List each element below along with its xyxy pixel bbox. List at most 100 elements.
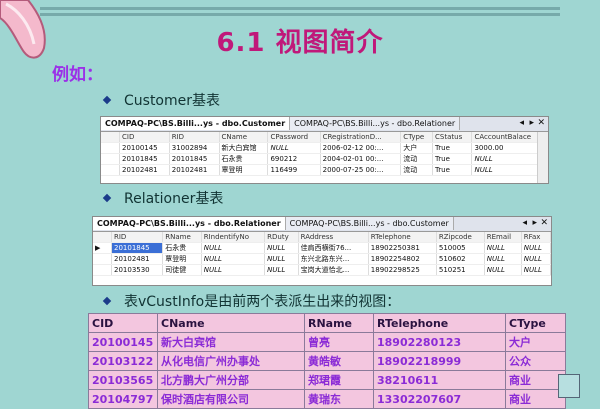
grid-cell[interactable]: NULL (264, 242, 299, 254)
tab-relationer[interactable]: COMPAQ-PC\BS.Billi...ys - dbo.Relationer (290, 117, 461, 130)
example-label: 例如： (52, 65, 103, 85)
grid-cell[interactable]: 20103530 (111, 264, 164, 276)
grid-cell[interactable]: NULL (201, 253, 266, 265)
grid-cell[interactable]: 东兴北路东兴... (298, 253, 369, 265)
grid-cell[interactable]: 20102481 (119, 164, 170, 176)
grid-cell[interactable]: 31002894 (169, 142, 220, 154)
table-row[interactable]: 20102481 覃登明 NULL NULL 东兴北路东兴... 1890225… (93, 253, 551, 265)
column-header[interactable]: RDuty (264, 232, 299, 243)
grid-cell[interactable]: NULL (484, 242, 522, 254)
table-row: 20104797 保时酒店有限公司 黄瑞东 13302207607 商业 (88, 389, 566, 409)
vertical-scrollbar[interactable] (537, 132, 548, 183)
close-icon[interactable]: ✕ (537, 117, 545, 130)
grid-cell[interactable]: 2006-02-12 00:... (320, 142, 402, 154)
grid-cell[interactable]: 20101845 (119, 153, 170, 165)
tab-right-arrow-icon[interactable]: ▸ (532, 217, 537, 230)
table-row[interactable]: 20101845 20101845 石永贵 690212 2004-02-01 … (101, 153, 548, 165)
grid-cell[interactable]: 宝岗大道恰北... (298, 264, 369, 276)
table-row[interactable]: 20102481 20102481 覃登明 116499 2000-07-25 … (101, 164, 548, 176)
grid-cell[interactable]: NULL (521, 253, 551, 265)
customer-grid: CID RID CName CPassword CRegistrationD..… (101, 132, 548, 176)
tab-left-arrow-icon[interactable]: ◂ (519, 117, 524, 130)
grid-cell[interactable]: 20100145 (119, 142, 170, 154)
grid-cell[interactable]: 覃登明 (162, 253, 202, 265)
slide-nav-box[interactable] (558, 374, 580, 398)
column-header[interactable]: RZipcode (436, 232, 485, 243)
tab-customer[interactable]: COMPAQ-PC\BS.Billi...ys - dbo.Customer (101, 117, 291, 130)
grid-cell[interactable]: NULL (484, 264, 522, 276)
grid-cell[interactable]: NULL (521, 264, 551, 276)
grid-cell[interactable]: 大户 (400, 142, 434, 154)
table-row[interactable]: 20100145 31002894 新大白宾馆 NULL 2006-02-12 … (101, 142, 548, 154)
column-header[interactable]: RName (162, 232, 202, 243)
grid-cell[interactable]: 20102481 (169, 164, 220, 176)
column-header[interactable]: RTelephone (368, 232, 437, 243)
table-cell: 公众 (505, 351, 566, 371)
grid-cell[interactable]: 690212 (267, 153, 321, 165)
column-header[interactable]: CName (219, 132, 269, 143)
tab-left-arrow-icon[interactable]: ◂ (522, 217, 527, 230)
tab-customer[interactable]: COMPAQ-PC\BS.Billi...ys - dbo.Customer (285, 217, 454, 230)
grid-cell[interactable]: True (432, 142, 473, 154)
grid-cell[interactable]: True (432, 153, 473, 165)
row-indicator[interactable] (101, 142, 120, 154)
table-row[interactable]: 20103530 司徒健 NULL NULL 宝岗大道恰北... 1890229… (93, 264, 551, 276)
row-indicator[interactable] (101, 164, 120, 176)
column-header: CName (157, 313, 305, 333)
grid-cell[interactable]: 18902250381 (368, 242, 437, 254)
bullet-relationer-text: Relationer基表 (124, 191, 224, 207)
column-header[interactable]: REmail (484, 232, 522, 243)
grid-cell[interactable]: NULL (264, 253, 299, 265)
grid-cell[interactable]: NULL (201, 264, 266, 276)
grid-cell[interactable]: 2000-07-25 00:... (320, 164, 402, 176)
row-indicator[interactable] (93, 264, 112, 276)
column-header[interactable]: RAddress (298, 232, 369, 243)
grid-cell[interactable]: 司徒健 (162, 264, 202, 276)
grid-cell[interactable]: NULL (521, 242, 551, 254)
row-indicator[interactable] (101, 153, 120, 165)
column-header[interactable]: CType (400, 132, 434, 143)
grid-cell[interactable]: 覃登明 (219, 164, 269, 176)
column-header[interactable]: RID (169, 132, 220, 143)
row-indicator[interactable] (93, 253, 112, 265)
column-header[interactable]: RFax (521, 232, 551, 243)
column-header[interactable]: CStatus (432, 132, 473, 143)
table-cell: 38210611 (373, 370, 506, 390)
tab-right-arrow-icon[interactable]: ▸ (529, 117, 534, 130)
relationer-tabbar: COMPAQ-PC\BS.Billi...ys - dbo.Relationer… (93, 217, 551, 232)
table-row[interactable]: ▶ 20101845 石永贵 NULL NULL 佳肩西横街76... 1890… (93, 242, 551, 254)
column-header[interactable]: RID (111, 232, 164, 243)
grid-cell[interactable]: NULL (264, 264, 299, 276)
grid-cell[interactable]: 510602 (436, 253, 485, 265)
grid-cell[interactable]: 石永贵 (219, 153, 269, 165)
grid-cell[interactable]: 20101845 (169, 153, 220, 165)
grid-cell[interactable]: 2004-02-01 00:... (320, 153, 402, 165)
table-cell: 从化电信广州办事处 (157, 351, 305, 371)
grid-cell[interactable]: NULL (201, 242, 266, 254)
grid-cell[interactable]: NULL (267, 142, 321, 154)
grid-cell[interactable]: 510251 (436, 264, 485, 276)
grid-cell[interactable]: 新大白宾馆 (219, 142, 269, 154)
tab-relationer[interactable]: COMPAQ-PC\BS.Billi...ys - dbo.Relationer (93, 217, 286, 230)
grid-cell[interactable]: 流动 (400, 164, 434, 176)
grid-cell[interactable]: 流动 (400, 153, 434, 165)
grid-cell[interactable]: 20102481 (111, 253, 164, 265)
grid-cell[interactable]: 20101845 (111, 242, 164, 254)
grid-cell[interactable]: 石永贵 (162, 242, 202, 254)
grid-cell[interactable]: 510005 (436, 242, 485, 254)
grid-cell[interactable]: 116499 (267, 164, 321, 176)
column-header[interactable] (101, 132, 120, 143)
column-header[interactable]: CID (119, 132, 170, 143)
grid-cell[interactable]: True (432, 164, 473, 176)
grid-cell[interactable]: 18902254802 (368, 253, 437, 265)
column-header[interactable] (93, 232, 112, 243)
close-icon[interactable]: ✕ (540, 217, 548, 230)
column-header[interactable]: CRegistrationD... (320, 132, 402, 143)
column-header[interactable]: CPassword (267, 132, 321, 143)
grid-cell[interactable]: 18902298525 (368, 264, 437, 276)
grid-cell[interactable]: NULL (484, 253, 522, 265)
column-header[interactable]: RIndentifyNo (201, 232, 266, 243)
table-cell: 20103122 (88, 351, 158, 371)
row-indicator-icon[interactable]: ▶ (93, 242, 112, 254)
grid-cell[interactable]: 佳肩西横街76... (298, 242, 369, 254)
